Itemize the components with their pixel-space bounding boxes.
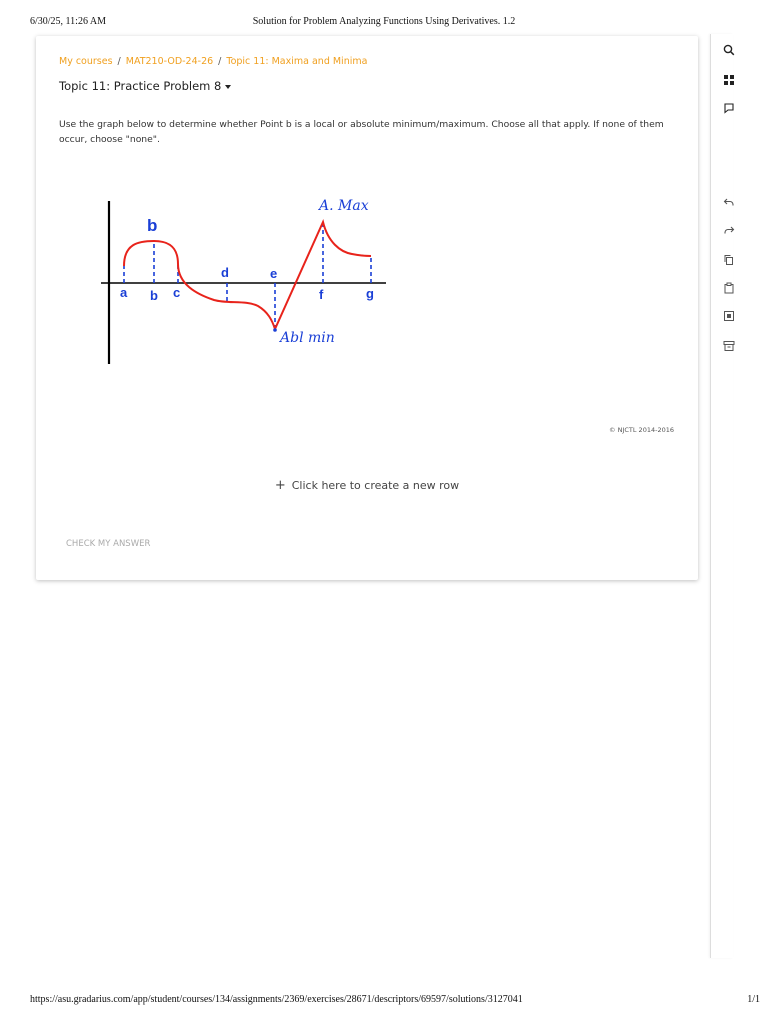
curve-label-d: d [221, 265, 229, 280]
redo-icon[interactable] [711, 220, 747, 240]
handwritten-label-b: b [147, 216, 157, 235]
check-my-answer-button[interactable]: CHECK MY ANSWER [66, 539, 150, 549]
copyright-notice: © NJCTL 2014-2016 [609, 426, 674, 434]
handwritten-annotation-min: Abl min [278, 330, 335, 346]
print-url: https://asu.gradarius.com/app/student/co… [30, 994, 523, 1005]
print-footer: https://asu.gradarius.com/app/student/co… [0, 994, 768, 1008]
breadcrumb-topic[interactable]: Topic 11: Maxima and Minima [226, 56, 367, 67]
create-new-row-label: Click here to create a new row [291, 479, 460, 492]
point-label-c: c [173, 285, 180, 300]
image-icon[interactable] [711, 306, 747, 326]
search-icon[interactable] [711, 40, 747, 60]
min-point-marker [273, 328, 277, 332]
problem-card: My courses / MAT210-OD-24-26 / Topic 11: Max… [36, 36, 698, 580]
print-header: 6/30/25, 11:26 AM Solution for Problem A… [0, 16, 768, 30]
create-new-row-button[interactable]: + Click here to create a new row [36, 478, 698, 493]
problem-title-dropdown[interactable]: Topic 11: Practice Problem 8 [59, 79, 232, 93]
undo-icon[interactable] [711, 192, 747, 212]
comment-icon[interactable] [711, 98, 747, 118]
right-toolbar [710, 34, 735, 958]
copy-icon[interactable] [711, 250, 747, 270]
archive-icon[interactable] [711, 336, 747, 356]
handwritten-annotation-max: A. Max [317, 198, 369, 214]
function-curve [123, 218, 372, 332]
point-label-g: g [366, 286, 374, 301]
point-label-b: b [150, 288, 158, 303]
point-label-a: a [120, 285, 128, 300]
curve-label-e: e [270, 266, 277, 281]
plus-icon: + [274, 478, 286, 493]
print-page-number: 1/1 [747, 994, 760, 1005]
problem-instructions: Use the graph below to determine whether… [59, 119, 664, 145]
function-graph: a b c f g d e b A. Max Abl min [101, 198, 386, 364]
problem-title: Topic 11: Practice Problem 8 [59, 79, 222, 93]
caret-down-icon [225, 84, 232, 89]
print-page-title: Solution for Problem Analyzing Functions… [252, 16, 516, 27]
breadcrumb-separator: / [117, 56, 121, 67]
breadcrumb-separator: / [218, 56, 222, 67]
breadcrumb-course[interactable]: MAT210-OD-24-26 [126, 56, 213, 67]
grid-icon[interactable] [711, 70, 747, 90]
breadcrumb: My courses / MAT210-OD-24-26 / Topic 11: Max… [59, 56, 367, 67]
breadcrumb-my-courses[interactable]: My courses [59, 56, 113, 67]
clipboard-icon[interactable] [711, 278, 747, 298]
point-label-f: f [319, 287, 324, 302]
